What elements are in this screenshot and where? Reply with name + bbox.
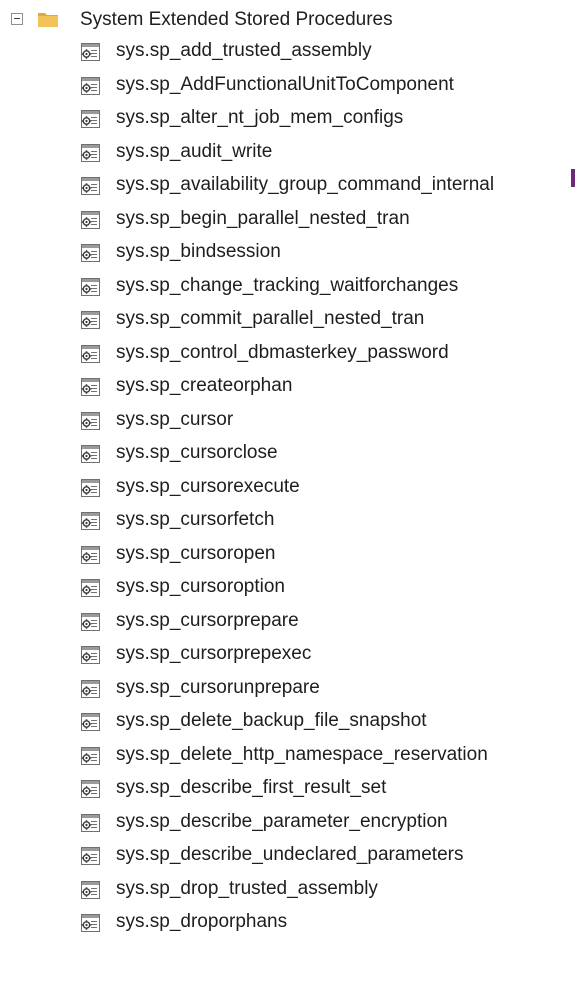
extended-stored-procedure-icon bbox=[81, 746, 100, 765]
object-explorer-tree: System Extended Stored Procedures sys.sp… bbox=[0, 0, 579, 988]
procedure-label: sys.sp_cursorunprepare bbox=[116, 676, 320, 698]
minus-icon[interactable] bbox=[11, 13, 23, 25]
tree-node-procedure[interactable]: sys.sp_cursorfetch bbox=[0, 504, 579, 538]
procedure-label: sys.sp_describe_first_result_set bbox=[116, 777, 387, 798]
procedure-label: sys.sp_bindsession bbox=[116, 241, 281, 262]
procedure-label: sys.sp_audit_write bbox=[116, 140, 273, 162]
procedure-label: sys.sp_begin_parallel_nested_tran bbox=[116, 207, 410, 229]
tree-node-procedure[interactable]: sys.sp_cursoropen bbox=[0, 538, 579, 572]
tree-node-procedure[interactable]: sys.sp_control_dbmasterkey_password bbox=[0, 337, 579, 371]
extended-stored-procedure-icon bbox=[81, 411, 100, 430]
tree-node-procedure[interactable]: sys.sp_bindsession bbox=[0, 236, 579, 270]
tree-node-procedure[interactable]: sys.sp_delete_backup_file_snapshot bbox=[0, 705, 579, 739]
tree-node-procedure[interactable]: sys.sp_describe_undeclared_parameters bbox=[0, 839, 579, 873]
procedure-label: sys.sp_describe_undeclared_parameters bbox=[116, 844, 464, 865]
extended-stored-procedure-icon bbox=[81, 177, 100, 195]
tree-node-procedure[interactable]: sys.sp_createorphan bbox=[0, 370, 579, 404]
extended-stored-procedure-icon bbox=[81, 43, 100, 61]
extended-stored-procedure-icon bbox=[81, 813, 100, 832]
extended-stored-procedure-icon bbox=[81, 914, 100, 932]
procedure-label: sys.sp_describe_parameter_encryption bbox=[116, 810, 448, 832]
extended-stored-procedure-icon bbox=[81, 880, 100, 899]
tree-node-procedure[interactable]: sys.sp_droporphans bbox=[0, 906, 579, 940]
tree-node-procedure[interactable]: sys.sp_commit_parallel_nested_tran bbox=[0, 303, 579, 337]
procedure-label: sys.sp_cursorexecute bbox=[116, 475, 300, 497]
extended-stored-procedure-icon bbox=[81, 110, 100, 128]
text-overflow-marker bbox=[571, 169, 575, 187]
extended-stored-procedure-icon bbox=[81, 210, 100, 229]
tree-node-procedure[interactable]: sys.sp_alter_nt_job_mem_configs bbox=[0, 102, 579, 136]
procedure-label: sys.sp_cursoroption bbox=[116, 576, 285, 597]
tree-node-procedure[interactable]: sys.sp_add_trusted_assembly bbox=[0, 35, 579, 69]
procedure-label: sys.sp_add_trusted_assembly bbox=[116, 40, 372, 61]
extended-stored-procedure-icon bbox=[81, 244, 100, 262]
extended-stored-procedure-icon bbox=[81, 277, 100, 296]
tree-node-procedure[interactable]: sys.sp_cursorunprepare bbox=[0, 672, 579, 706]
extended-stored-procedure-icon bbox=[81, 445, 100, 463]
procedure-label: sys.sp_AddFunctionalUnitToComponent bbox=[116, 73, 454, 95]
extended-stored-procedure-icon bbox=[81, 579, 100, 597]
extended-stored-procedure-icon bbox=[81, 545, 100, 564]
extended-stored-procedure-icon bbox=[81, 646, 100, 664]
tree-node-procedure[interactable]: sys.sp_change_tracking_waitforchanges bbox=[0, 270, 579, 304]
tree-node-procedure[interactable]: sys.sp_cursorprepexec bbox=[0, 638, 579, 672]
tree-node-procedure[interactable]: sys.sp_audit_write bbox=[0, 136, 579, 170]
extended-stored-procedure-icon bbox=[81, 780, 100, 798]
procedure-label: sys.sp_cursor bbox=[116, 408, 234, 430]
tree-node-procedure[interactable]: sys.sp_describe_parameter_encryption bbox=[0, 806, 579, 840]
procedure-label: sys.sp_droporphans bbox=[116, 911, 288, 932]
tree-node-procedure[interactable]: sys.sp_cursorexecute bbox=[0, 471, 579, 505]
extended-stored-procedure-icon bbox=[81, 478, 100, 497]
folder-icon bbox=[38, 13, 58, 27]
extended-stored-procedure-icon bbox=[81, 512, 100, 530]
extended-stored-procedure-icon bbox=[81, 344, 100, 363]
procedure-label: sys.sp_delete_backup_file_snapshot bbox=[116, 710, 427, 731]
procedure-label: sys.sp_cursorprepexec bbox=[116, 643, 312, 664]
procedure-label: sys.sp_delete_http_namespace_reservation bbox=[116, 743, 488, 765]
tree-node-procedure[interactable]: sys.sp_cursorclose bbox=[0, 437, 579, 471]
procedure-label: sys.sp_cursoropen bbox=[116, 542, 276, 564]
extended-stored-procedure-icon bbox=[81, 143, 100, 162]
procedure-label: sys.sp_control_dbmasterkey_password bbox=[116, 341, 449, 363]
procedure-label: sys.sp_alter_nt_job_mem_configs bbox=[116, 107, 404, 128]
tree-node-procedure[interactable]: sys.sp_availability_group_command_intern… bbox=[0, 169, 579, 203]
tree-node-procedure[interactable]: sys.sp_cursor bbox=[0, 404, 579, 438]
extended-stored-procedure-icon bbox=[81, 713, 100, 731]
extended-stored-procedure-icon bbox=[81, 679, 100, 698]
procedure-label: sys.sp_createorphan bbox=[116, 375, 293, 396]
tree-node-procedure[interactable]: sys.sp_begin_parallel_nested_tran bbox=[0, 203, 579, 237]
procedure-list: sys.sp_add_trusted_assembly sys.sp_AddFun… bbox=[0, 35, 579, 940]
procedure-label: sys.sp_cursorfetch bbox=[116, 509, 275, 530]
procedure-label: sys.sp_drop_trusted_assembly bbox=[116, 877, 378, 899]
tree-node-procedure[interactable]: sys.sp_cursoroption bbox=[0, 571, 579, 605]
tree-node-procedure[interactable]: sys.sp_delete_http_namespace_reservation bbox=[0, 739, 579, 773]
tree-node-procedure[interactable]: sys.sp_AddFunctionalUnitToComponent bbox=[0, 69, 579, 103]
procedure-label: sys.sp_cursorprepare bbox=[116, 609, 299, 631]
tree-node-procedure[interactable]: sys.sp_drop_trusted_assembly bbox=[0, 873, 579, 907]
tree-node-procedure[interactable]: sys.sp_describe_first_result_set bbox=[0, 772, 579, 806]
procedure-label: sys.sp_commit_parallel_nested_tran bbox=[116, 308, 425, 329]
procedure-label: sys.sp_availability_group_command_intern… bbox=[116, 174, 495, 195]
extended-stored-procedure-icon bbox=[81, 311, 100, 329]
procedure-label: sys.sp_change_tracking_waitforchanges bbox=[116, 274, 459, 296]
extended-stored-procedure-icon bbox=[81, 612, 100, 631]
extended-stored-procedure-icon bbox=[81, 76, 100, 95]
tree-node-procedure[interactable]: sys.sp_cursorprepare bbox=[0, 605, 579, 639]
extended-stored-procedure-icon bbox=[81, 378, 100, 396]
procedure-label: sys.sp_cursorclose bbox=[116, 442, 278, 463]
folder-label: System Extended Stored Procedures bbox=[80, 9, 393, 30]
extended-stored-procedure-icon bbox=[81, 847, 100, 865]
